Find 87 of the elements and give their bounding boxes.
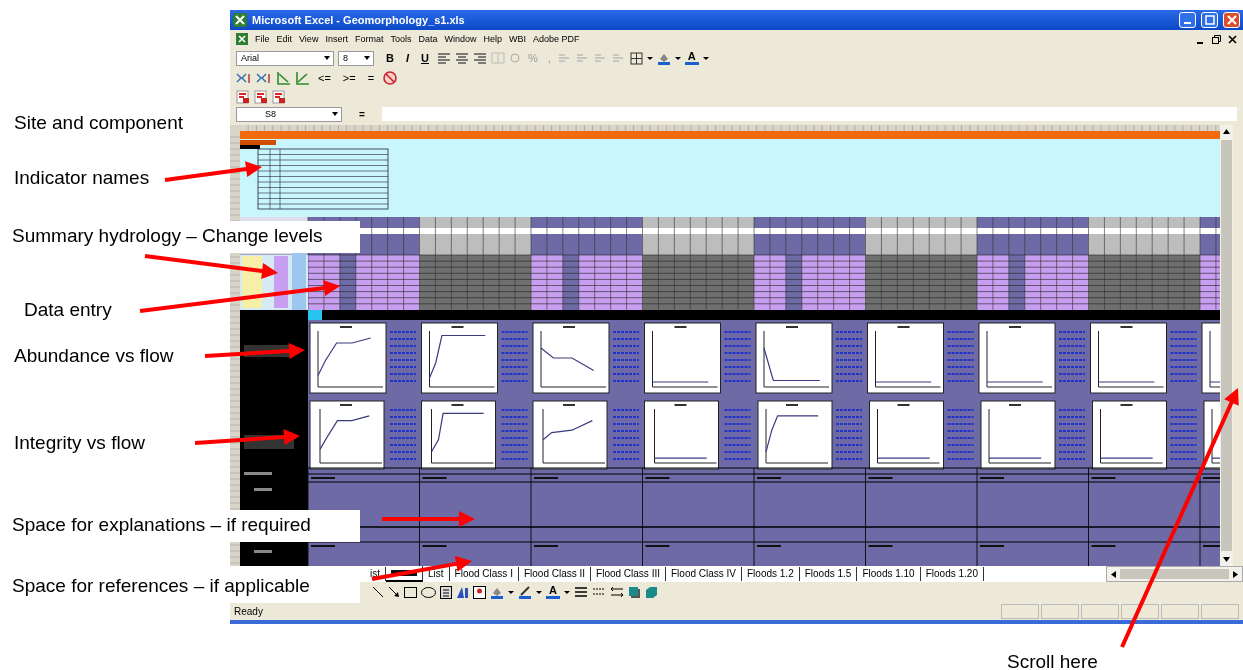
menu-item[interactable]: File (255, 34, 270, 44)
dash-style-icon[interactable] (591, 586, 606, 598)
rectangle-icon[interactable] (404, 586, 417, 598)
chart-icon[interactable] (276, 71, 291, 85)
arrow-style-icon[interactable] (609, 586, 624, 598)
align-icon[interactable] (436, 52, 451, 64)
annotation-label: Integrity vs flow (13, 431, 146, 455)
status-panel (1081, 603, 1119, 619)
format-button[interactable]: I (401, 52, 413, 64)
close-button[interactable] (1223, 12, 1240, 28)
formula-field[interactable] (382, 107, 1237, 121)
format-button[interactable]: U (417, 52, 433, 64)
pdf-icon[interactable] (236, 90, 250, 104)
menu-item[interactable]: Insert (325, 34, 348, 44)
compare-button[interactable]: = (363, 72, 379, 84)
caret-icon[interactable] (646, 56, 653, 60)
menu-item[interactable]: WBI (509, 34, 526, 44)
menu-item[interactable]: Help (483, 34, 502, 44)
wordart-icon[interactable] (456, 585, 469, 599)
annotation-label: Data entry (23, 298, 113, 322)
caret-icon[interactable] (674, 56, 681, 60)
menu-item[interactable]: Data (418, 34, 438, 44)
font-color-button[interactable]: A (546, 585, 560, 599)
line-icon[interactable] (372, 586, 384, 598)
close-icon (1226, 15, 1237, 25)
annotation-label: Scroll here (1006, 650, 1099, 670)
font-dropdown[interactable]: Arial (236, 50, 334, 66)
scroll-right-icon[interactable] (1233, 570, 1238, 578)
menu-item[interactable]: View (299, 34, 319, 44)
menu-item[interactable]: Edit (276, 34, 293, 44)
sort-icon[interactable] (236, 71, 252, 85)
formula-label: = (358, 108, 366, 120)
image-icon[interactable] (473, 585, 486, 599)
caret-icon[interactable] (508, 590, 514, 594)
text-box-icon[interactable] (440, 585, 452, 599)
pdf-icon[interactable] (254, 90, 268, 104)
minimize-button[interactable] (1179, 12, 1196, 28)
status-panel (1041, 603, 1079, 619)
scroll-left-icon[interactable] (1111, 570, 1116, 578)
annotation-label: Site and component (13, 111, 184, 135)
annotation-label: Space for explanations – if required (12, 510, 360, 542)
font-color-button[interactable]: A (684, 51, 699, 65)
vertical-scrollbar[interactable] (1220, 125, 1233, 566)
font-size-dropdown[interactable]: 8 (338, 50, 374, 66)
chart-icon[interactable] (295, 71, 310, 85)
maximize-icon (1204, 15, 1215, 25)
pdf-icon[interactable] (272, 90, 286, 104)
horizontal-scrollbar[interactable] (1106, 566, 1243, 582)
scroll-down-icon[interactable] (1223, 557, 1230, 562)
window-title: Microsoft Excel - Geomorphology_s1.xls (252, 14, 465, 26)
minimize-icon (1184, 22, 1191, 24)
scroll-up-icon[interactable] (1223, 129, 1230, 134)
format-button[interactable]: B (382, 52, 398, 64)
3d-icon[interactable] (644, 585, 658, 599)
compare-button[interactable]: >= (338, 72, 360, 84)
maximize-button[interactable] (1201, 12, 1218, 28)
borders-icon[interactable] (629, 51, 643, 65)
line-color-icon[interactable] (518, 585, 532, 599)
compare-button[interactable]: <= (314, 72, 335, 84)
caret-icon[interactable] (536, 590, 542, 594)
menu-item[interactable]: Tools (390, 34, 412, 44)
name-box[interactable]: S8 (236, 106, 342, 122)
menu-item[interactable]: Format (354, 34, 384, 44)
oval-icon[interactable] (421, 586, 436, 598)
line-style-icon[interactable] (573, 586, 588, 598)
caret-icon[interactable] (563, 590, 570, 594)
caret-icon[interactable] (702, 56, 709, 60)
annotation-label: Abundance vs flow (13, 344, 175, 368)
annotation-label: Summary hydrology – Change levels (12, 221, 360, 253)
status-panel (1201, 603, 1239, 619)
align-icon[interactable] (472, 52, 487, 64)
shadow-icon[interactable] (627, 585, 641, 599)
restore-icon[interactable] (1212, 34, 1221, 44)
menu-item[interactable]: Adobe PDF (533, 34, 580, 44)
status-panel (1121, 603, 1159, 619)
status-panel (1001, 603, 1039, 619)
no-entry-icon[interactable] (382, 70, 399, 86)
close-icon[interactable] (1228, 34, 1237, 44)
align-icon[interactable] (454, 52, 469, 64)
status-panel (1161, 603, 1199, 619)
excel-icon (233, 13, 247, 27)
sort-icon[interactable] (256, 71, 272, 85)
status-text: Ready (234, 605, 263, 617)
excel-icon[interactable] (236, 33, 248, 45)
annotation-label: Indicator names (13, 166, 151, 190)
arrow-icon[interactable] (388, 586, 400, 598)
menu-item[interactable]: Window (444, 34, 477, 44)
